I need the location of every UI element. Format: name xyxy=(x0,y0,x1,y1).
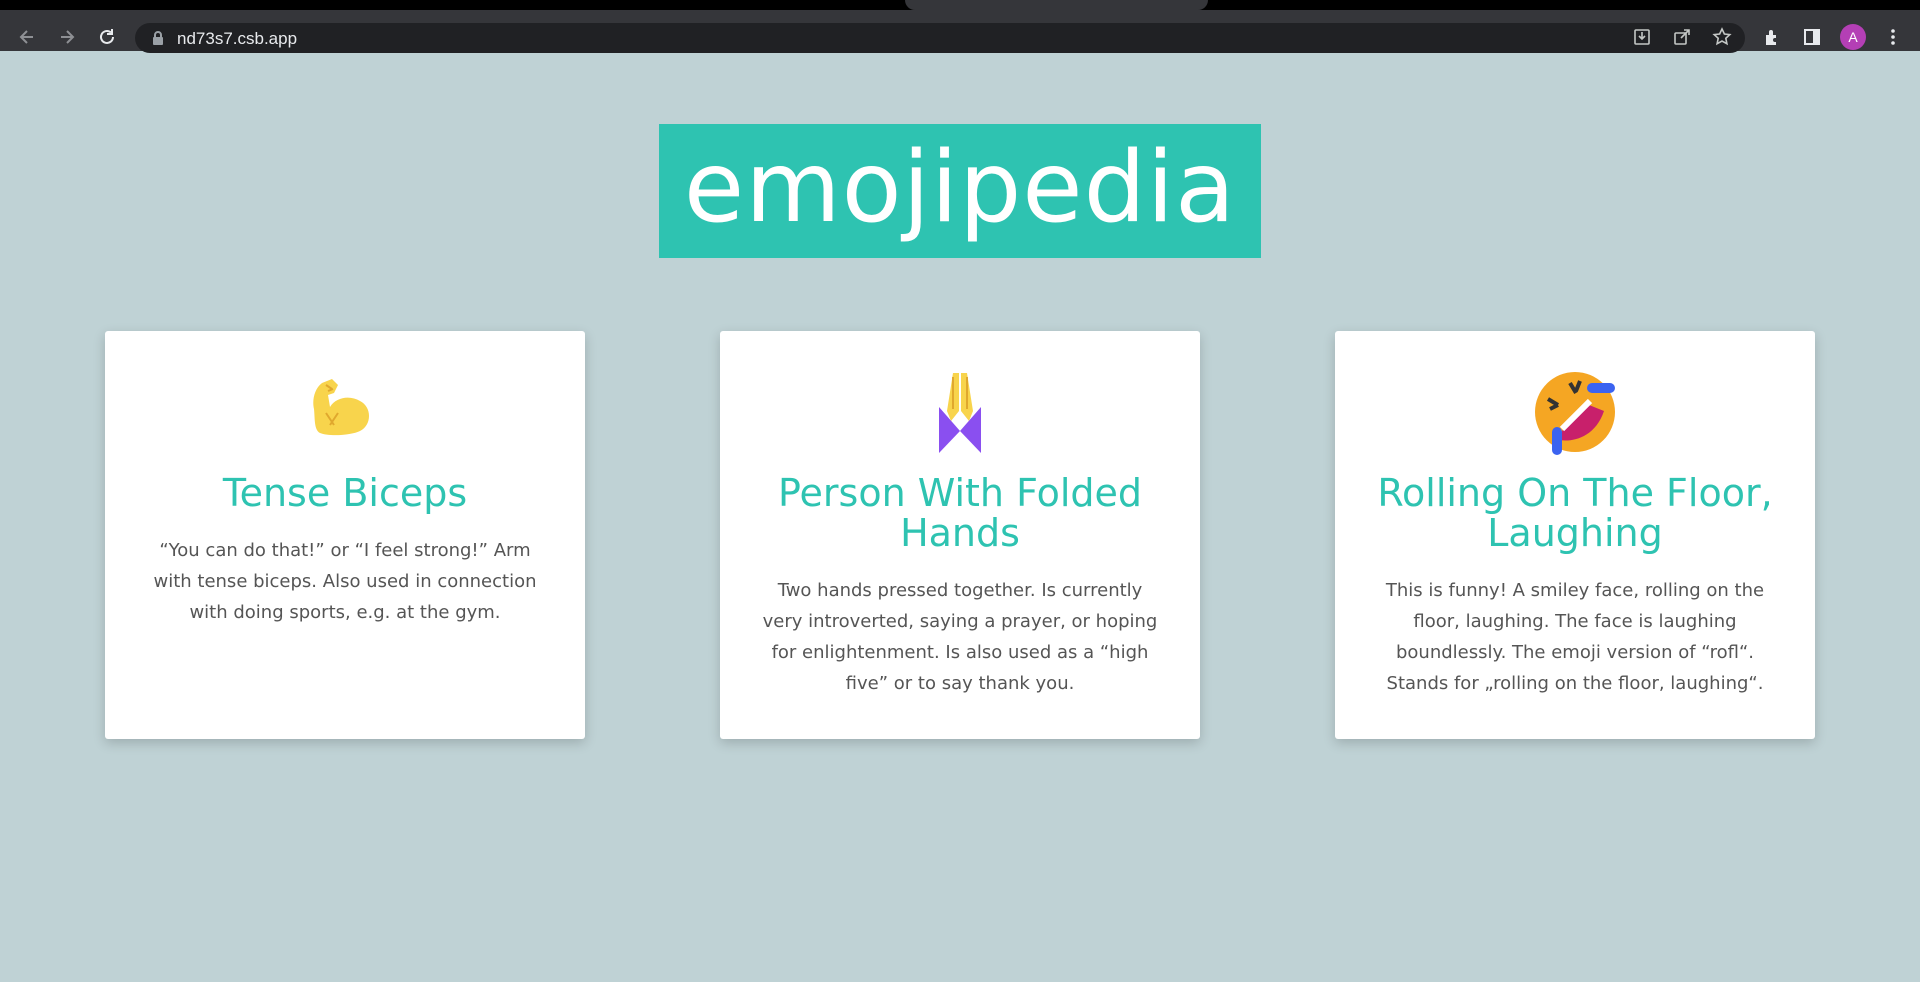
install-app-icon[interactable] xyxy=(1631,26,1653,48)
emoji-card-folded-hands: Person With Folded Hands Two hands press… xyxy=(720,331,1200,739)
lock-icon[interactable] xyxy=(151,30,165,46)
card-description: This is funny! A smiley face, rolling on… xyxy=(1385,580,1765,694)
extensions-icon[interactable] xyxy=(1759,24,1785,50)
share-icon[interactable] xyxy=(1671,26,1693,48)
side-panel-icon[interactable] xyxy=(1799,24,1825,50)
browser-toolbar: nd73s7.csb.app A xyxy=(0,10,1920,53)
emoji-card-rolling-laughing: Rolling On The Floor, Laughing This is f… xyxy=(1335,331,1815,739)
card-title: Person With Folded Hands xyxy=(777,471,1143,555)
page-title: emojipedia xyxy=(683,131,1237,245)
card-title: Tense Biceps xyxy=(222,471,468,515)
browser-chrome: nd73s7.csb.app A xyxy=(0,0,1920,53)
address-bar[interactable]: nd73s7.csb.app xyxy=(135,23,1745,53)
menu-icon[interactable] xyxy=(1880,24,1906,50)
forward-icon[interactable] xyxy=(54,24,80,50)
url-text[interactable]: nd73s7.csb.app xyxy=(177,29,297,49)
card-title: Rolling On The Floor, Laughing xyxy=(1377,471,1773,555)
rolling-on-the-floor-laughing-icon xyxy=(1535,372,1615,455)
card-description: “You can do that!” or “I feel strong!” A… xyxy=(153,540,537,623)
page-title-banner: emojipedia xyxy=(659,124,1261,258)
back-icon[interactable] xyxy=(14,24,40,50)
folded-hands-icon xyxy=(939,373,981,453)
flexed-biceps-icon xyxy=(313,379,369,436)
reload-icon[interactable] xyxy=(94,24,120,50)
emoji-card-tense-biceps: Tense Biceps “You can do that!” or “I fe… xyxy=(105,331,585,739)
profile-avatar[interactable]: A xyxy=(1840,24,1866,50)
tab-strip xyxy=(0,0,1920,10)
bookmark-star-icon[interactable] xyxy=(1711,26,1733,48)
card-description: Two hands pressed together. Is currently… xyxy=(762,580,1158,694)
active-tab-edge[interactable] xyxy=(905,0,1208,10)
